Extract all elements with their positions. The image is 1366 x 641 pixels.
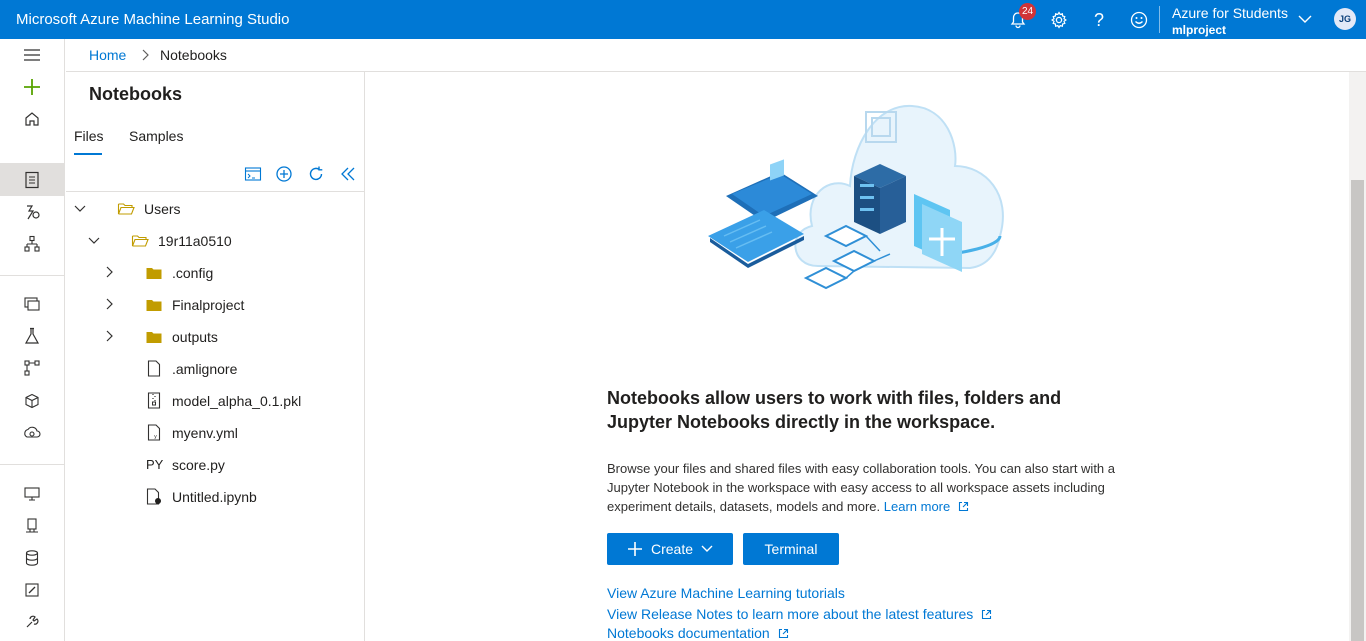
- create-button-label: Create: [650, 541, 694, 557]
- datastores-icon[interactable]: [20, 546, 44, 570]
- gear-icon[interactable]: [1047, 8, 1071, 32]
- chevron-down-icon[interactable]: [1297, 11, 1313, 32]
- folder-icon: [145, 264, 163, 282]
- svg-text:y: y: [154, 434, 157, 440]
- create-button[interactable]: Create: [607, 533, 733, 565]
- chevron-right-icon[interactable]: [102, 297, 116, 311]
- app-title[interactable]: Microsoft Azure Machine Learning Studio: [16, 11, 289, 28]
- top-bar: Microsoft Azure Machine Learning Studio …: [0, 0, 1366, 39]
- folder-icon: [145, 328, 163, 346]
- notebook-file-icon: [145, 487, 163, 505]
- linked-services-icon[interactable]: [20, 610, 44, 634]
- external-link-icon: [982, 609, 992, 620]
- folder-open-icon: [117, 200, 135, 218]
- account-name[interactable]: Azure for Students: [1172, 5, 1288, 21]
- open-terminal-icon[interactable]: [243, 164, 263, 184]
- nav-divider: [0, 275, 65, 276]
- description-text: Browse your files and shared files with …: [607, 461, 1115, 514]
- external-link-icon: [958, 501, 968, 512]
- tree-item-file[interactable]: .amlignore: [172, 361, 237, 377]
- scrollbar[interactable]: [1349, 72, 1366, 641]
- hamburger-menu-icon[interactable]: [20, 43, 44, 67]
- tree-item-folder[interactable]: Finalproject: [172, 297, 244, 313]
- chevron-down-icon[interactable]: [73, 202, 87, 216]
- tree-item-file[interactable]: model_alpha_0.1.pkl: [172, 393, 301, 409]
- tree-item-file[interactable]: myenv.yml: [172, 425, 238, 441]
- nav-divider: [0, 464, 65, 465]
- home-icon[interactable]: [20, 107, 44, 131]
- scrollbar-thumb[interactable]: [1351, 180, 1364, 641]
- notebooks-documentation-link[interactable]: Notebooks documentation: [607, 625, 789, 641]
- panel-divider: [66, 191, 364, 192]
- tutorials-link[interactable]: View Azure Machine Learning tutorials: [607, 585, 845, 601]
- chevron-down-icon[interactable]: [87, 234, 101, 248]
- cloud-notebooks-illustration: [700, 86, 1012, 298]
- workspace-name[interactable]: mlproject: [1172, 23, 1226, 37]
- tree-item-file[interactable]: Untitled.ipynb: [172, 489, 257, 505]
- file-icon: [145, 359, 163, 377]
- yaml-file-icon: y: [145, 423, 163, 441]
- tree-item-user-folder[interactable]: 19r11a0510: [158, 233, 232, 249]
- feedback-smiley-icon[interactable]: [1127, 8, 1151, 32]
- terminal-button-label: Terminal: [764, 541, 818, 557]
- designer-icon[interactable]: [20, 232, 44, 256]
- tree-item-users[interactable]: Users: [144, 201, 181, 217]
- tab-samples[interactable]: Samples: [129, 128, 183, 144]
- python-file-icon: PY: [146, 457, 164, 472]
- environments-icon[interactable]: [20, 514, 44, 538]
- breadcrumb: Home Notebooks: [66, 39, 1366, 72]
- refresh-icon[interactable]: [306, 164, 326, 184]
- models-cube-icon[interactable]: [20, 389, 44, 413]
- tree-item-folder[interactable]: outputs: [172, 329, 218, 345]
- collapse-panel-icon[interactable]: [338, 164, 358, 184]
- notebooks-file-panel: Notebooks Files Samples Users 19r11a0510…: [66, 72, 365, 641]
- data-labeling-icon[interactable]: [20, 578, 44, 602]
- main-description: Browse your files and shared files with …: [607, 459, 1117, 516]
- breadcrumb-home-link[interactable]: Home: [89, 47, 126, 63]
- breadcrumb-current: Notebooks: [160, 47, 227, 63]
- chevron-down-icon: [701, 545, 713, 552]
- pipelines-icon[interactable]: [20, 356, 44, 380]
- plus-icon: [627, 542, 642, 556]
- terminal-button[interactable]: Terminal: [743, 533, 839, 565]
- chevron-right-icon: [140, 48, 150, 66]
- notebook-icon[interactable]: [20, 168, 44, 192]
- chevron-right-icon[interactable]: [102, 265, 116, 279]
- notifications-badge: 24: [1019, 3, 1037, 20]
- plus-new-icon[interactable]: [20, 75, 44, 99]
- avatar[interactable]: JG: [1334, 8, 1356, 30]
- endpoints-icon[interactable]: [20, 421, 44, 445]
- create-new-icon[interactable]: [274, 164, 294, 184]
- experiments-flask-icon[interactable]: [20, 324, 44, 348]
- release-notes-link[interactable]: View Release Notes to learn more about t…: [607, 606, 992, 622]
- folder-icon: [145, 296, 163, 314]
- active-tab-underline: [74, 153, 102, 155]
- folder-open-icon: [131, 232, 149, 250]
- main-heading: Notebooks allow users to work with files…: [607, 388, 1062, 432]
- datasets-icon[interactable]: [20, 292, 44, 316]
- left-nav: [0, 39, 65, 641]
- compute-icon[interactable]: [20, 482, 44, 506]
- chevron-right-icon[interactable]: [102, 329, 116, 343]
- tab-files[interactable]: Files: [74, 128, 104, 144]
- help-icon[interactable]: ?: [1087, 8, 1111, 32]
- learn-more-link[interactable]: Learn more: [884, 499, 969, 514]
- zip-file-icon: [145, 391, 163, 409]
- tree-item-file[interactable]: score.py: [172, 457, 225, 473]
- tree-item-folder[interactable]: .config: [172, 265, 213, 281]
- topbar-divider: [1159, 6, 1160, 33]
- panel-title: Notebooks: [89, 84, 183, 104]
- automated-ml-icon[interactable]: [20, 200, 44, 224]
- external-link-icon: [778, 628, 788, 639]
